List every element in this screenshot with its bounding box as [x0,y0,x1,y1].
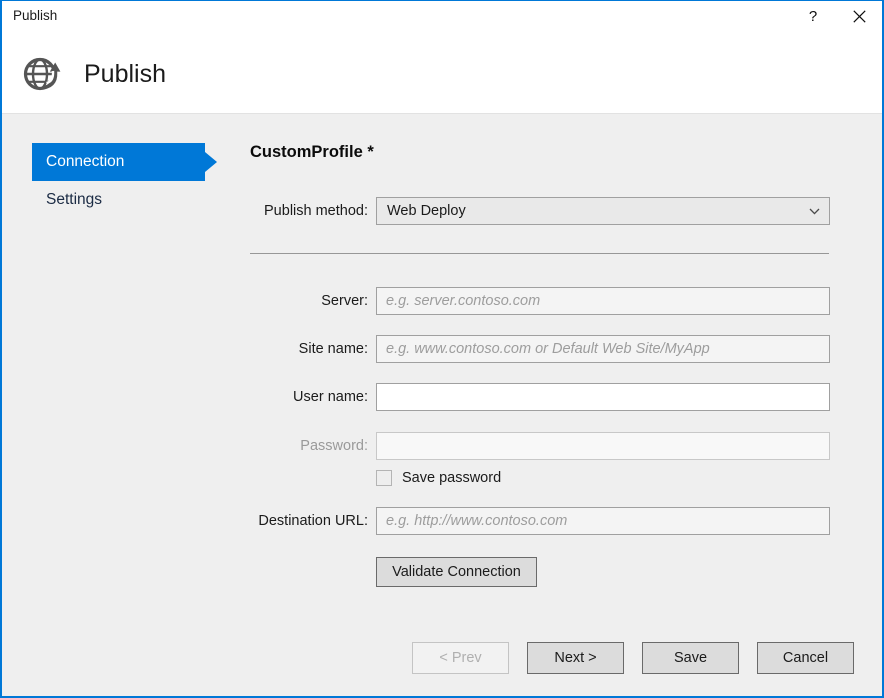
sidebar-item-connection[interactable]: Connection [32,143,205,181]
password-label: Password: [250,432,368,460]
save-password-checkbox[interactable] [376,470,392,486]
profile-name: CustomProfile * [250,143,374,162]
site-name-row: Site name: e.g. www.contoso.com or Defau… [250,335,830,363]
server-label: Server: [250,287,368,315]
close-button[interactable] [836,1,882,31]
site-name-label: Site name: [250,335,368,363]
next-button[interactable]: Next > [527,642,624,674]
prev-button: < Prev [412,642,509,674]
password-input [376,432,830,460]
question-mark-icon: ? [809,9,817,24]
publish-dialog-window: Publish ? [0,0,884,698]
destination-url-placeholder-text: e.g. http://www.contoso.com [377,513,567,529]
sidebar-item-label: Connection [32,153,124,171]
server-placeholder-text: e.g. server.contoso.com [377,293,540,309]
section-divider [250,253,829,254]
user-name-control [376,383,830,411]
globe-publish-icon [20,52,64,96]
destination-url-control: e.g. http://www.contoso.com [376,507,830,535]
dialog-footer-buttons: < Prev Next > Save Cancel [412,642,854,674]
user-name-row: User name: [250,383,830,411]
server-row: Server: e.g. server.contoso.com [250,287,830,315]
dialog-header: Publish [2,31,882,114]
site-name-input[interactable]: e.g. www.contoso.com or Default Web Site… [376,335,830,363]
user-name-input[interactable] [376,383,830,411]
password-row: Password: [250,432,830,460]
save-button[interactable]: Save [642,642,739,674]
publish-method-row: Publish method: Web Deploy [250,197,830,225]
page-title: Publish [84,58,166,90]
chevron-down-icon [809,198,820,224]
site-name-placeholder-text: e.g. www.contoso.com or Default Web Site… [377,341,710,357]
title-bar: Publish ? [2,1,882,31]
destination-url-row: Destination URL: e.g. http://www.contoso… [250,507,830,535]
publish-method-control: Web Deploy [376,197,830,225]
publish-method-value: Web Deploy [377,203,466,219]
user-name-label: User name: [250,383,368,411]
help-button[interactable]: ? [790,1,836,31]
sidebar-item-settings[interactable]: Settings [32,181,222,219]
window-title: Publish [13,1,57,31]
site-name-control: e.g. www.contoso.com or Default Web Site… [376,335,830,363]
save-password-row: Save password [376,467,501,489]
sidebar-item-label: Settings [32,191,102,209]
close-icon [853,10,866,23]
server-input[interactable]: e.g. server.contoso.com [376,287,830,315]
cancel-button[interactable]: Cancel [757,642,854,674]
destination-url-input[interactable]: e.g. http://www.contoso.com [376,507,830,535]
dialog-body: Connection Settings CustomProfile * Publ… [2,115,882,696]
save-password-label[interactable]: Save password [402,470,501,486]
server-control: e.g. server.contoso.com [376,287,830,315]
destination-url-label: Destination URL: [250,507,368,535]
password-control [376,432,830,460]
sidebar-nav: Connection Settings [32,143,222,219]
validate-connection-button[interactable]: Validate Connection [376,557,537,587]
publish-method-label: Publish method: [250,197,368,225]
publish-method-select[interactable]: Web Deploy [376,197,830,225]
